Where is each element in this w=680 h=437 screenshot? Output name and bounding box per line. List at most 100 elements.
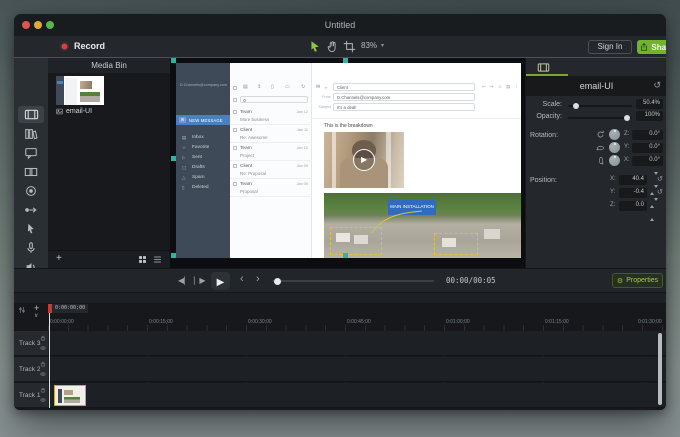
- jump-forward-button[interactable]: ›: [256, 273, 260, 285]
- archive-icon[interactable]: ▤: [243, 84, 248, 90]
- scrubber-handle[interactable]: [274, 278, 281, 285]
- close-window-button[interactable]: [22, 21, 30, 29]
- track-header-3[interactable]: Track 3: [14, 331, 48, 356]
- upload-icon[interactable]: ↥: [257, 84, 261, 90]
- play-button[interactable]: ▶: [211, 272, 230, 290]
- track-header-2[interactable]: Track 2: [14, 357, 48, 382]
- compose-subject-field[interactable]: It's a deal!: [333, 103, 475, 111]
- timeline-scrollbar[interactable]: [658, 333, 662, 405]
- rotation-y-knob[interactable]: [609, 142, 620, 153]
- selection-handle-bottom-center[interactable]: [343, 253, 348, 258]
- message-checkbox[interactable]: [233, 110, 237, 114]
- playback-scrubber[interactable]: [272, 280, 434, 282]
- sidebar-item-behaviors[interactable]: [18, 182, 44, 199]
- position-x-value[interactable]: 40.4: [619, 175, 647, 185]
- position-z-value[interactable]: 0.0: [619, 201, 647, 211]
- email-list-item[interactable]: ClientJan 11Re: Awesome: [230, 125, 312, 143]
- grid-view-button[interactable]: [138, 255, 147, 264]
- email-list-item[interactable]: ClientJan 09Re: Proposal: [230, 161, 312, 179]
- scale-slider-handle[interactable]: [573, 103, 579, 109]
- position-x-reset-icon[interactable]: ↺: [657, 175, 663, 183]
- search-row-checkbox[interactable]: [233, 98, 237, 102]
- message-checkbox[interactable]: [233, 182, 237, 186]
- compose-from-field[interactable]: D.Channels@company.com: [333, 93, 475, 101]
- nav-inbox[interactable]: ▤Inbox: [176, 133, 230, 142]
- nav-drafts[interactable]: ▢Drafts: [176, 163, 230, 172]
- sidebar-item-library[interactable]: [18, 125, 44, 142]
- edit-cursor-tool[interactable]: [309, 40, 323, 54]
- scale-slider[interactable]: [568, 105, 632, 107]
- selection-handle-top-left[interactable]: [171, 58, 176, 63]
- crop-tool[interactable]: [343, 40, 357, 54]
- media-bin-item[interactable]: email-UI: [56, 76, 106, 120]
- rotation-x-knob[interactable]: [609, 155, 620, 166]
- zoom-window-button[interactable]: [46, 21, 54, 29]
- reset-all-icon[interactable]: ↺: [653, 80, 661, 91]
- video-thumbnail[interactable]: ▶: [324, 132, 404, 188]
- message-checkbox[interactable]: [233, 146, 237, 150]
- sidebar-item-annotations[interactable]: [18, 144, 44, 161]
- step-forward-button[interactable]: ▏▶: [194, 275, 206, 285]
- nav-sent[interactable]: ▷Sent: [176, 153, 230, 162]
- compose-to-field[interactable]: Client: [333, 83, 475, 91]
- position-y-value[interactable]: -0.4: [619, 188, 647, 198]
- share-button[interactable]: Share: [637, 40, 666, 54]
- email-list-item[interactable]: TeamJan 10Project: [230, 143, 312, 161]
- step-back-button[interactable]: ◀▏: [178, 275, 190, 285]
- rotation-y-value[interactable]: 0.0°: [632, 143, 663, 153]
- tab-visual-properties[interactable]: [536, 61, 551, 74]
- email-list-item[interactable]: TeamJan 09Proposal: [230, 179, 312, 197]
- timeline-clip-email-ui[interactable]: [54, 385, 86, 406]
- new-message-button[interactable]: ✉ NEW MESSAGE: [176, 115, 230, 125]
- nav-deleted[interactable]: ▯Deleted: [176, 183, 230, 192]
- sign-in-button[interactable]: Sign In: [588, 40, 632, 54]
- track-lane-1[interactable]: [48, 383, 666, 408]
- reply-all-icon[interactable]: ↪: [490, 84, 494, 90]
- list-view-button[interactable]: [153, 255, 162, 264]
- refresh-icon[interactable]: ↻: [301, 84, 305, 90]
- message-checkbox[interactable]: [233, 128, 237, 132]
- nav-favorite[interactable]: ☆Favorite: [176, 143, 230, 152]
- search-input[interactable]: [240, 96, 308, 103]
- pan-tool[interactable]: [326, 40, 340, 54]
- archive-icon[interactable]: ▤: [506, 84, 510, 90]
- track-header-1[interactable]: Track 1: [14, 383, 48, 408]
- rotation-z-knob[interactable]: [609, 129, 620, 140]
- sidebar-item-voice-narration[interactable]: [18, 239, 44, 256]
- opacity-slider[interactable]: [568, 117, 632, 119]
- rotation-z-value[interactable]: 0.0°: [632, 130, 663, 140]
- properties-toggle-button[interactable]: ⚙ Properties: [612, 273, 663, 288]
- select-all-checkbox[interactable]: [233, 86, 237, 90]
- email-list-item[interactable]: TeamJan 12More business: [230, 107, 312, 125]
- selection-handle-bottom-left[interactable]: [171, 253, 176, 258]
- jump-back-button[interactable]: ‹: [240, 273, 244, 285]
- opacity-slider-handle[interactable]: [624, 115, 630, 121]
- sidebar-item-transitions[interactable]: [18, 163, 44, 180]
- track-lane-2[interactable]: [48, 357, 666, 382]
- canvas-media-email-ui[interactable]: D.Channels@company.com ✉ NEW MESSAGE ▤In…: [176, 63, 521, 258]
- reply-icon[interactable]: ↩: [482, 84, 486, 90]
- playhead-marker[interactable]: 0:00:00;00: [48, 304, 88, 313]
- emoji-icon[interactable]: ☺: [498, 84, 503, 90]
- message-checkbox[interactable]: [233, 164, 237, 168]
- track-settings-icon[interactable]: [18, 306, 26, 314]
- collapse-tracks-icon[interactable]: ∨: [34, 312, 38, 319]
- position-y-reset-icon[interactable]: ↺: [657, 188, 663, 196]
- overflow-icon[interactable]: ⋮: [514, 84, 519, 90]
- minimize-window-button[interactable]: [34, 21, 42, 29]
- trash-icon[interactable]: ▯: [271, 84, 274, 90]
- rotation-x-value[interactable]: 0.0°: [632, 156, 663, 166]
- selection-handle-top-center[interactable]: [343, 58, 348, 63]
- sidebar-item-animations[interactable]: [18, 201, 44, 218]
- sidebar-item-media[interactable]: [18, 106, 44, 123]
- scale-value[interactable]: 50.4%: [636, 99, 663, 109]
- record-button[interactable]: Record: [60, 41, 105, 51]
- add-media-button[interactable]: +: [56, 253, 62, 264]
- canvas-stage[interactable]: D.Channels@company.com ✉ NEW MESSAGE ▤In…: [170, 58, 525, 268]
- sidebar-item-cursor-effects[interactable]: [18, 220, 44, 237]
- selection-handle-middle-left[interactable]: [171, 156, 176, 161]
- nav-spam[interactable]: △Spam: [176, 173, 230, 182]
- opacity-value[interactable]: 100%: [636, 111, 663, 121]
- position-z-stepper[interactable]: [650, 201, 658, 219]
- canvas-zoom-dropdown[interactable]: 83% ▾: [361, 41, 384, 50]
